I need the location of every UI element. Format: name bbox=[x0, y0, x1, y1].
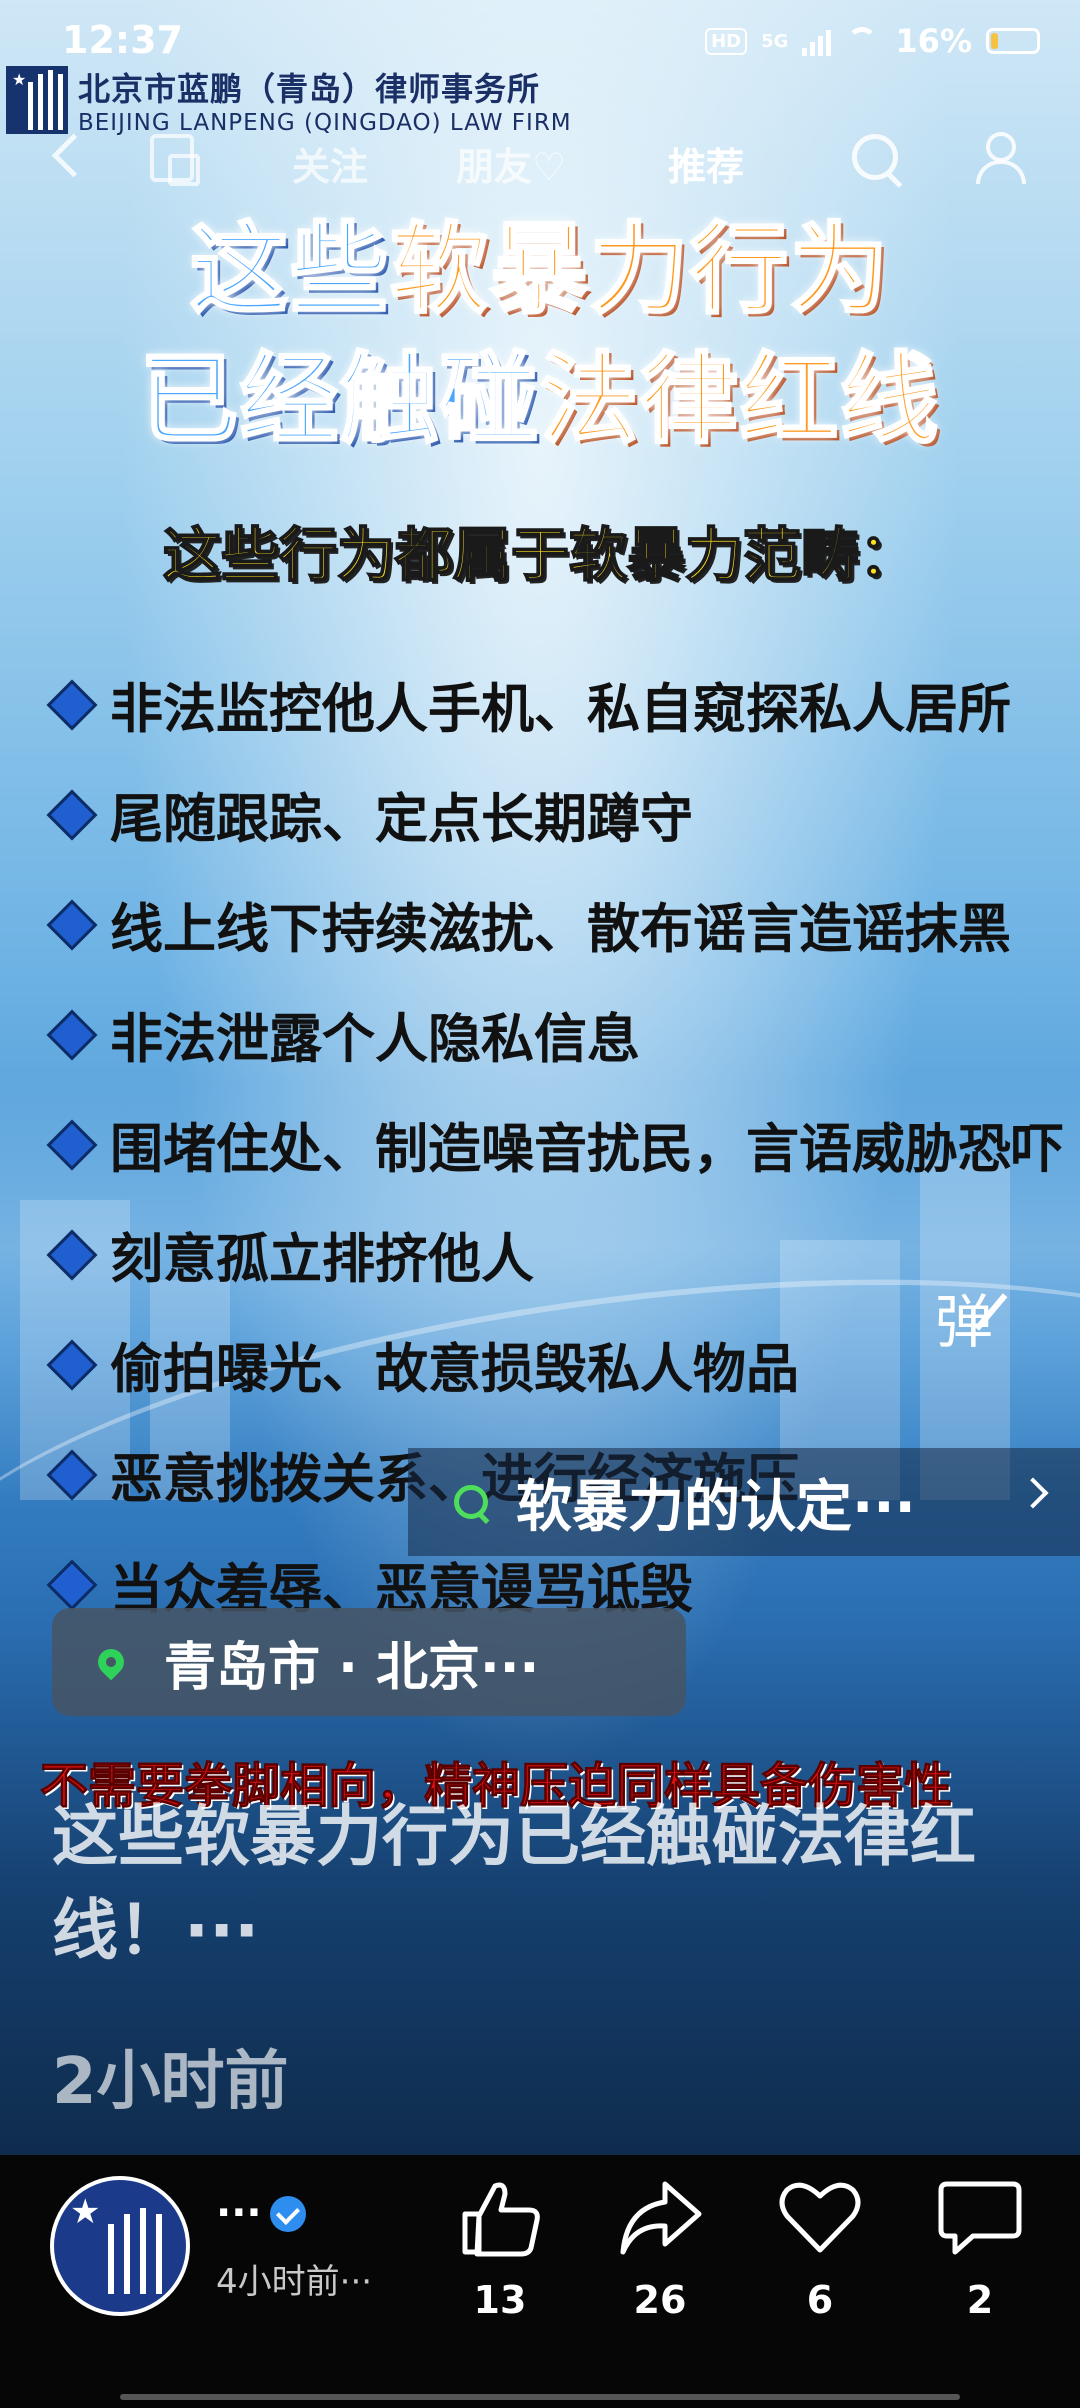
post-caption[interactable]: 这些软暴力行为已经触碰法律红线！··· bbox=[52, 1790, 1052, 1978]
search-icon[interactable] bbox=[852, 134, 898, 180]
list-item-text: 偷拍曝光、故意损毁私人物品 bbox=[110, 1339, 799, 1400]
share-count: 26 bbox=[633, 2278, 687, 2322]
battery-icon bbox=[986, 28, 1040, 54]
list-item-text: 非法泄露个人隐私信息 bbox=[110, 1009, 640, 1070]
comment-button[interactable]: 2 bbox=[920, 2178, 1040, 2322]
list-item: 非法泄露个人隐私信息 bbox=[46, 980, 1080, 1090]
location-text: 青岛市 · 北京··· bbox=[164, 1637, 540, 1698]
share-button[interactable]: 26 bbox=[600, 2178, 720, 2322]
user-icon[interactable] bbox=[972, 132, 1026, 184]
battery-percent: 16% bbox=[895, 22, 972, 60]
list-item-text: 线上线下持续滋扰、散布谣言造谣抹黑 bbox=[110, 899, 1011, 960]
list-item: 线上线下持续滋扰、散布谣言造谣抹黑 bbox=[46, 870, 1080, 980]
diamond-bullet-icon bbox=[46, 1009, 98, 1061]
hd-icon: HD bbox=[705, 27, 748, 55]
list-item-text: 非法监控他人手机、私自窥探私人居所 bbox=[110, 679, 1011, 740]
home-indicator[interactable] bbox=[120, 2394, 960, 2400]
tab-following[interactable]: 关注 bbox=[292, 136, 368, 191]
like-count: 13 bbox=[473, 2278, 527, 2322]
comment-count: 2 bbox=[966, 2278, 994, 2322]
list-item-text: 尾随跟踪、定点长期蹲守 bbox=[110, 789, 693, 850]
like-button[interactable]: 13 bbox=[440, 2178, 560, 2322]
headline-part: 软暴力行为 bbox=[388, 212, 891, 329]
related-search-text: 软暴力的认定··· bbox=[516, 1474, 916, 1540]
headline-line-1: 这些软暴力行为 bbox=[0, 190, 1080, 332]
post-time: 2小时前 bbox=[52, 2045, 289, 2119]
list-item: 尾随跟踪、定点长期蹲守 bbox=[46, 760, 1080, 870]
favorite-button[interactable]: 6 bbox=[760, 2178, 880, 2322]
diamond-bullet-icon bbox=[46, 679, 98, 731]
headline-part: 这些 bbox=[188, 212, 390, 329]
diamond-bullet-icon bbox=[46, 1339, 98, 1391]
wifi-icon bbox=[845, 27, 881, 55]
list-item: 刻意孤立排挤他人 bbox=[46, 1200, 1080, 1310]
headline-line-2: 已经触碰法律红线 bbox=[0, 320, 1080, 462]
status-time: 12:37 bbox=[62, 18, 183, 62]
diamond-bullet-icon bbox=[46, 1559, 98, 1611]
location-pin-icon bbox=[92, 1643, 130, 1681]
diamond-bullet-icon bbox=[46, 1229, 98, 1281]
author-name[interactable]: ··· bbox=[216, 2190, 262, 2236]
diamond-bullet-icon bbox=[46, 1449, 98, 1501]
signal-icon bbox=[802, 26, 832, 56]
list-item-text: 围堵住处、制造噪音扰民，言语威胁恐吓 bbox=[110, 1119, 1064, 1180]
list-item: 非法监控他人手机、私自窥探私人居所 bbox=[46, 650, 1080, 760]
favorite-count: 6 bbox=[806, 2278, 834, 2322]
status-icons: HD 5G 16% bbox=[705, 22, 1040, 60]
comment-bubble-icon bbox=[938, 2181, 1022, 2255]
share-arrow-icon bbox=[620, 2181, 702, 2255]
law-firm-name-cn: 北京市蓝鹏（青岛）律师事务所 bbox=[78, 70, 541, 108]
tab-friends[interactable]: 朋友♡ bbox=[456, 136, 566, 191]
chevron-right-icon bbox=[1017, 1477, 1049, 1509]
thumbs-up-icon bbox=[462, 2182, 540, 2257]
diamond-bullet-icon bbox=[46, 1119, 98, 1171]
list-item: 偷拍曝光、故意损毁私人物品 bbox=[46, 1310, 1080, 1420]
headline-part: 已经触碰 bbox=[138, 342, 540, 459]
location-chip[interactable]: 青岛市 · 北京··· bbox=[52, 1608, 686, 1716]
law-firm-mark-icon: ★ bbox=[6, 66, 68, 134]
author-avatar[interactable]: ★ bbox=[50, 2176, 190, 2316]
multi-window-icon[interactable] bbox=[150, 134, 200, 186]
author-post-time: 4小时前··· bbox=[216, 2262, 373, 2302]
network-label: 5G bbox=[761, 30, 789, 52]
back-icon[interactable] bbox=[51, 133, 96, 178]
tab-recommended[interactable]: 推荐 bbox=[668, 136, 744, 191]
headline-part: 法律红线 bbox=[538, 342, 941, 459]
heart-icon bbox=[779, 2182, 861, 2253]
verified-badge-icon bbox=[270, 2196, 306, 2232]
subheading: 这些行为都属于软暴力范畴： bbox=[162, 520, 918, 590]
search-icon bbox=[454, 1485, 488, 1519]
diamond-bullet-icon bbox=[46, 899, 98, 951]
diamond-bullet-icon bbox=[46, 789, 98, 841]
law-firm-logo: ★ 北京市蓝鹏（青岛）律师事务所 BEIJING LANPENG (QINGDA… bbox=[6, 64, 572, 136]
related-search-banner[interactable]: 软暴力的认定··· bbox=[408, 1448, 1080, 1556]
list-item: 围堵住处、制造噪音扰民，言语威胁恐吓 bbox=[46, 1090, 1080, 1200]
list-item-text: 刻意孤立排挤他人 bbox=[110, 1229, 534, 1290]
